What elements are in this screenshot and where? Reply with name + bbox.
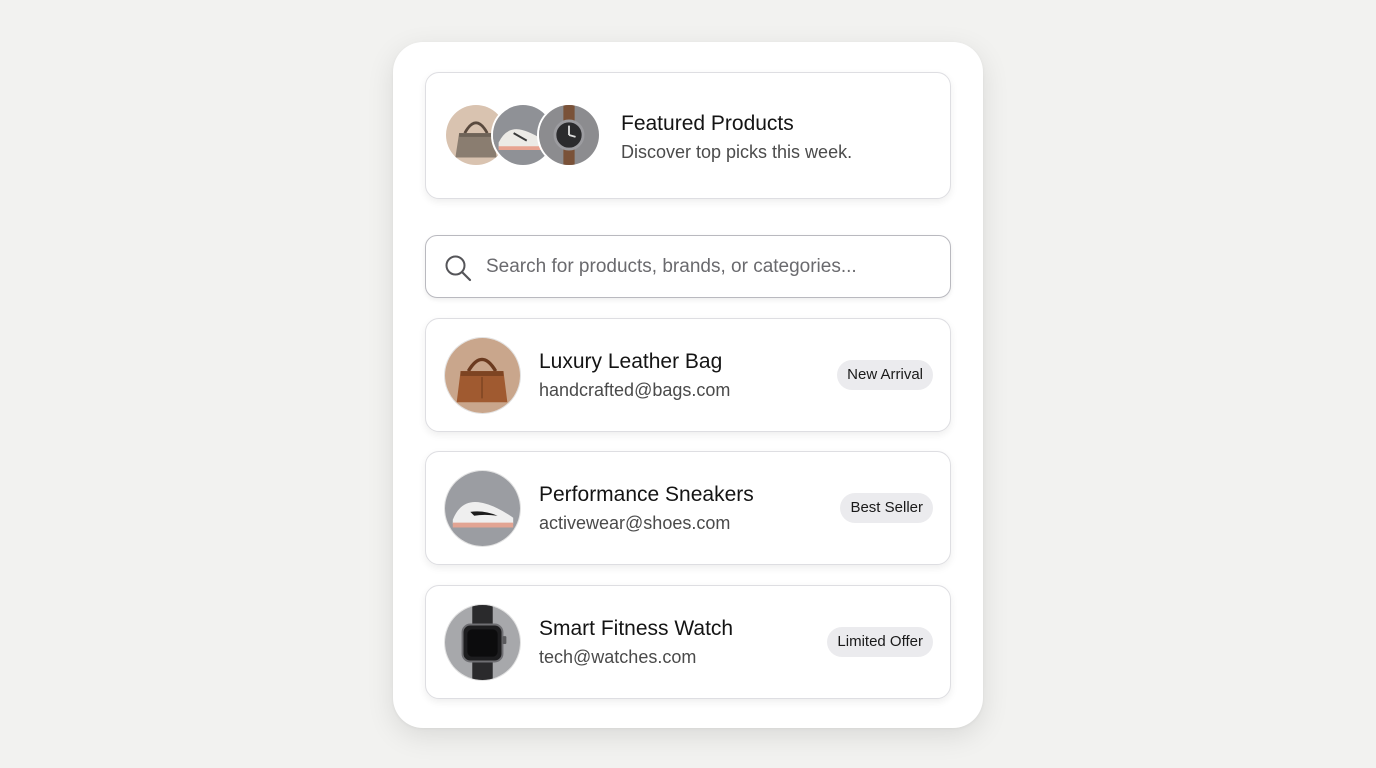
product-card-leather-bag[interactable]: Luxury Leather Bag handcrafted@bags.com … — [425, 318, 951, 432]
product-panel: Featured Products Discover top picks thi… — [393, 42, 983, 728]
search-icon — [444, 254, 472, 282]
product-email: tech@watches.com — [539, 647, 697, 667]
featured-title: Featured Products — [621, 112, 794, 135]
featured-subtitle: Discover top picks this week. — [621, 142, 853, 162]
product-card-smart-watch[interactable]: Smart Fitness Watch tech@watches.com Lim… — [425, 585, 951, 699]
featured-avatar-stack — [444, 103, 604, 167]
featured-products-card[interactable]: Featured Products Discover top picks thi… — [425, 72, 951, 199]
product-email: activewear@shoes.com — [539, 513, 731, 533]
product-name: Luxury Leather Bag — [539, 350, 723, 373]
sneakers-image — [444, 470, 521, 547]
product-name: Smart Fitness Watch — [539, 617, 734, 640]
status-badge: New Arrival — [837, 360, 933, 390]
product-name: Performance Sneakers — [539, 483, 754, 506]
status-badge: Limited Offer — [827, 627, 933, 657]
product-email: handcrafted@bags.com — [539, 380, 731, 400]
search-input[interactable] — [486, 248, 926, 286]
search-bar[interactable] — [425, 235, 951, 298]
watch-icon — [539, 105, 599, 165]
product-card-sneakers[interactable]: Performance Sneakers activewear@shoes.co… — [425, 451, 951, 565]
leather-bag-image — [444, 337, 521, 414]
watch-avatar — [537, 103, 601, 167]
smart-watch-image — [444, 604, 521, 681]
status-badge: Best Seller — [840, 493, 933, 523]
